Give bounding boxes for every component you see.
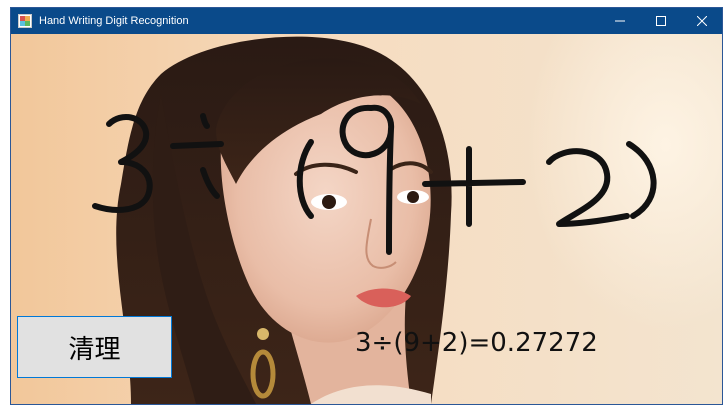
window-controls bbox=[599, 8, 722, 34]
handwritten-digit-2 bbox=[546, 148, 630, 227]
maximize-icon bbox=[655, 16, 666, 26]
drawing-canvas[interactable]: 清理 3÷(9+2)=0.27272 bbox=[11, 34, 722, 404]
handwritten-divide bbox=[170, 113, 224, 199]
app-window: Hand Writing Digit Recognition 清理 3÷(9+2… bbox=[10, 7, 723, 405]
handwritten-digit-3 bbox=[92, 114, 153, 213]
clear-button[interactable]: 清理 bbox=[17, 316, 172, 378]
recognition-result: 3÷(9+2)=0.27272 bbox=[355, 328, 598, 358]
handwritten-close-paren bbox=[626, 141, 657, 219]
close-icon bbox=[696, 16, 707, 26]
minimize-button[interactable] bbox=[599, 8, 640, 34]
minimize-icon bbox=[614, 20, 625, 22]
window-title: Hand Writing Digit Recognition bbox=[39, 15, 189, 27]
title-bar[interactable]: Hand Writing Digit Recognition bbox=[11, 8, 722, 34]
maximize-button[interactable] bbox=[640, 8, 681, 34]
app-icon bbox=[18, 14, 32, 28]
handwritten-plus bbox=[422, 146, 526, 227]
handwritten-digit-9 bbox=[339, 104, 395, 255]
close-button[interactable] bbox=[681, 8, 722, 34]
handwritten-open-paren bbox=[296, 139, 314, 219]
